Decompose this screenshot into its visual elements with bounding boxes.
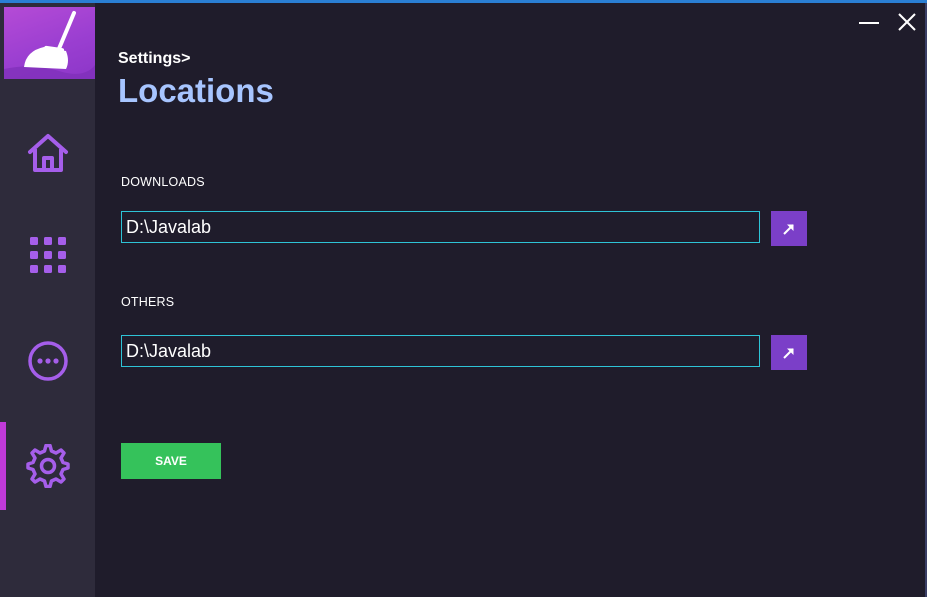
more-icon: [27, 341, 68, 381]
gear-icon: [25, 444, 70, 488]
window-controls: [857, 10, 919, 34]
others-path-input[interactable]: [121, 335, 760, 367]
active-nav-indicator: [0, 422, 6, 510]
others-browse-button[interactable]: [771, 335, 807, 370]
arrow-up-right-icon: [783, 223, 794, 235]
sidebar-item-more[interactable]: [0, 326, 95, 396]
sidebar-item-settings[interactable]: [0, 431, 95, 501]
broom-icon: [4, 11, 95, 79]
sidebar-item-apps[interactable]: [0, 220, 95, 290]
breadcrumb[interactable]: Settings>: [118, 50, 190, 68]
downloads-browse-button[interactable]: [771, 211, 807, 246]
others-label: OTHERS: [121, 295, 175, 309]
sidebar: [0, 3, 95, 597]
minimize-button[interactable]: [857, 10, 881, 34]
downloads-path-input[interactable]: [121, 211, 760, 243]
arrow-up-right-icon: [783, 347, 794, 359]
app-logo: [4, 7, 95, 79]
sidebar-item-home[interactable]: [0, 118, 95, 188]
downloads-label: DOWNLOADS: [121, 175, 205, 189]
save-button[interactable]: SAVE: [121, 443, 221, 479]
home-icon: [27, 134, 68, 172]
close-button[interactable]: [895, 10, 919, 34]
minimize-icon: [859, 22, 879, 24]
grid-icon: [29, 237, 66, 273]
close-icon: [898, 13, 916, 31]
window-top-border: [0, 0, 927, 3]
page-title: Locations: [118, 72, 274, 109]
